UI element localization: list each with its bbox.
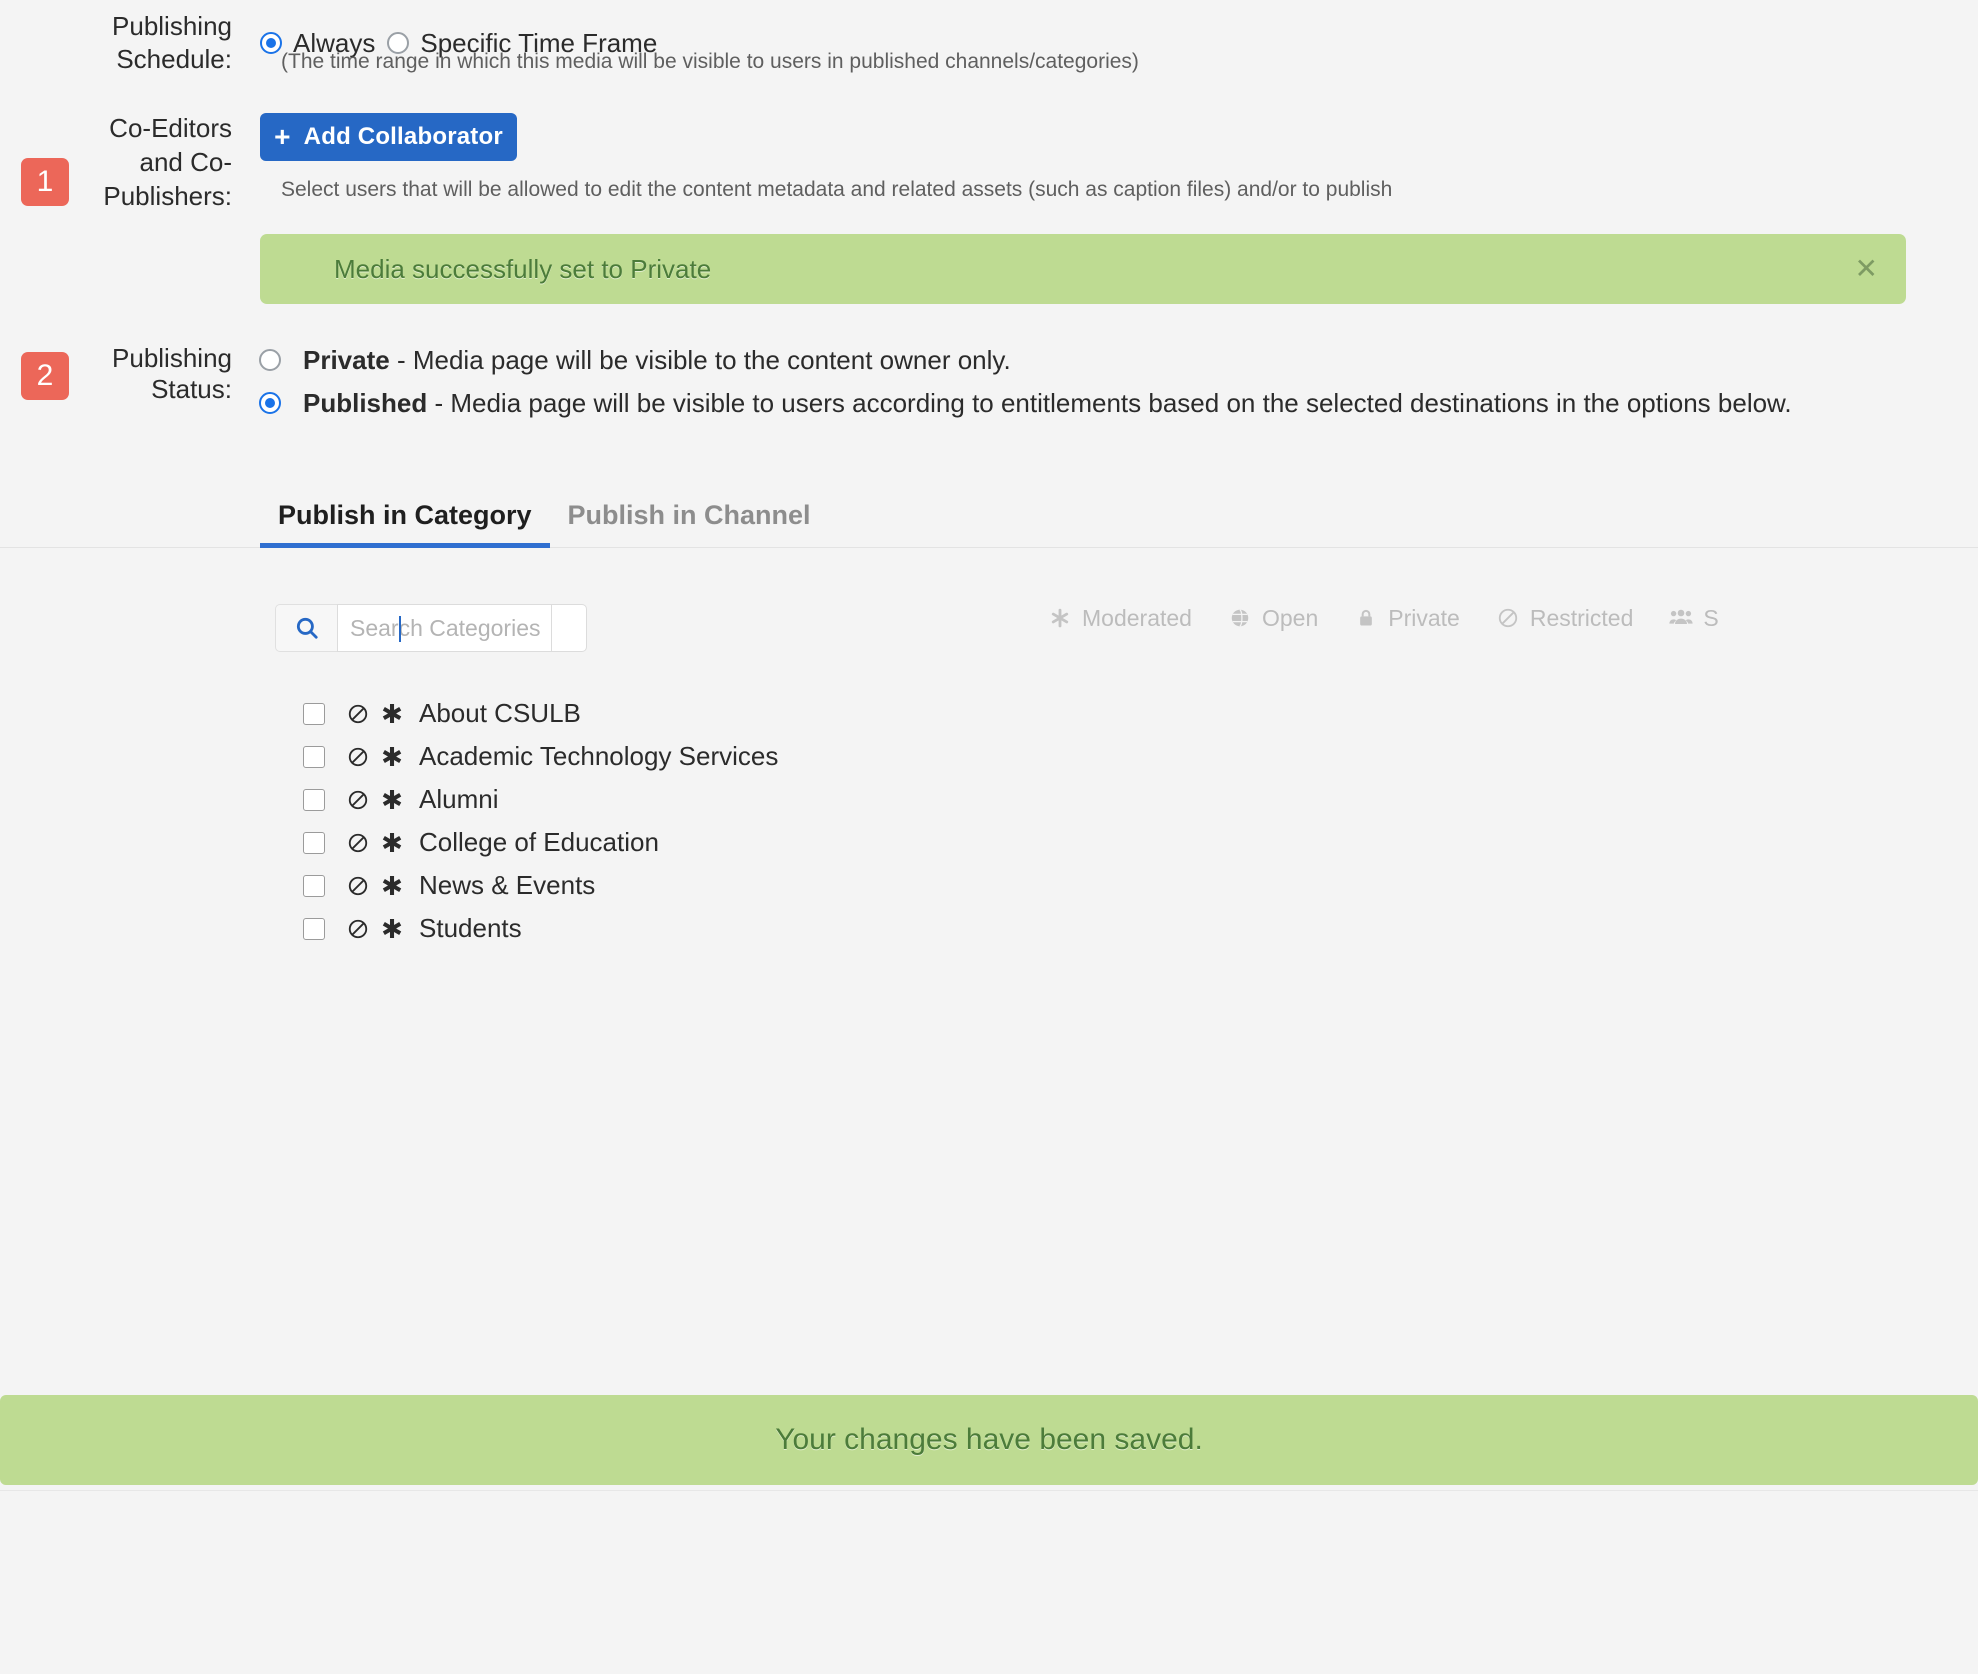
category-label: News & Events xyxy=(419,870,596,900)
asterisk-icon xyxy=(1048,606,1072,630)
no-entry-icon xyxy=(347,789,369,811)
asterisk-icon: ✱ xyxy=(381,827,403,858)
asterisk-icon: ✱ xyxy=(381,741,403,772)
publishing-status-private-description: - Media page will be visible to the cont… xyxy=(389,345,1011,375)
no-entry-icon xyxy=(347,918,369,940)
category-checkbox[interactable] xyxy=(303,745,325,768)
category-label: Students xyxy=(419,913,522,943)
category-privacy-legend: Moderated Open Private Restricted S xyxy=(1048,598,1978,638)
search-categories-input[interactable] xyxy=(337,604,552,652)
legend-item-shared: S xyxy=(1669,604,1719,632)
tab-publish-in-channel[interactable]: Publish in Channel xyxy=(550,500,829,548)
globe-icon xyxy=(1228,606,1252,630)
category-checkbox[interactable] xyxy=(303,874,325,897)
publishing-status-option-private[interactable]: Private - Media page will be visible to … xyxy=(259,345,1011,376)
category-list: ✱ About CSULB ✱ Academic Technology Serv… xyxy=(303,692,1203,950)
publishing-status-published-text: Published - Media page will be visible t… xyxy=(303,388,1792,419)
category-checkbox[interactable] xyxy=(303,788,325,811)
asterisk-icon: ✱ xyxy=(381,784,403,815)
no-entry-icon xyxy=(347,703,369,725)
legend-item-open: Open xyxy=(1228,605,1318,632)
legend-label-open: Open xyxy=(1261,604,1319,631)
radio-published[interactable] xyxy=(259,392,281,414)
no-entry-icon xyxy=(347,746,369,768)
publishing-status-published-name: Published xyxy=(303,388,428,418)
publishing-schedule-hint: (The time range in which this media will… xyxy=(281,50,1139,73)
publish-destination-tabs: Publish in Category Publish in Channel xyxy=(260,488,1978,548)
step-badge-2: 2 xyxy=(21,352,69,400)
alert-changes-saved: Your changes have been saved. xyxy=(0,1395,1978,1485)
no-entry-icon xyxy=(347,832,369,854)
no-entry-icon xyxy=(347,875,369,897)
search-categories-group xyxy=(275,604,587,652)
category-checkbox[interactable] xyxy=(303,917,325,940)
co-editors-label-line2: Publishers: xyxy=(103,180,232,211)
category-row-alumni[interactable]: ✱ Alumni xyxy=(303,778,1203,821)
publishing-status-option-published[interactable]: Published - Media page will be visible t… xyxy=(259,388,1792,419)
text-caret xyxy=(399,616,401,642)
publishing-status-private-text: Private - Media page will be visible to … xyxy=(303,345,1011,376)
category-row-students[interactable]: ✱ Students xyxy=(303,907,1203,950)
publish-settings-page: Publishing Schedule: Always Specific Tim… xyxy=(0,0,1978,1674)
category-label: Academic Technology Services xyxy=(419,741,779,771)
legend-item-moderated: Moderated xyxy=(1048,605,1192,632)
search-icon[interactable] xyxy=(275,604,337,652)
publishing-status-private-name: Private xyxy=(303,345,390,375)
step-badge-1: 1 xyxy=(21,158,69,206)
alert-changes-saved-text: Your changes have been saved. xyxy=(775,1423,1203,1456)
users-icon xyxy=(1669,606,1693,630)
publishing-schedule-label: Publishing Schedule: xyxy=(112,11,232,75)
asterisk-icon: ✱ xyxy=(381,698,403,729)
add-collaborator-button-label: Add Collaborator xyxy=(303,123,503,150)
category-row-news-and-events[interactable]: ✱ News & Events xyxy=(303,864,1203,907)
category-label: About CSULB xyxy=(419,698,581,728)
radio-always[interactable] xyxy=(260,32,282,55)
co-editors-label-line1: Co-Editors and Co- xyxy=(109,113,232,177)
legend-label-shared: S xyxy=(1703,604,1719,631)
legend-label-private: Private xyxy=(1388,604,1460,631)
category-row-college-of-education[interactable]: ✱ College of Education xyxy=(303,821,1203,864)
category-label: Alumni xyxy=(419,784,499,814)
search-input-trailing-segment xyxy=(552,604,587,652)
legend-label-moderated: Moderated xyxy=(1082,604,1192,631)
radio-private[interactable] xyxy=(259,349,281,371)
close-icon[interactable]: ✕ xyxy=(1855,255,1878,283)
asterisk-icon: ✱ xyxy=(381,870,403,901)
category-checkbox[interactable] xyxy=(303,831,325,854)
footer-actions: Save Go To Media Go To My Media xyxy=(0,1491,1978,1674)
legend-label-restricted: Restricted xyxy=(1529,604,1634,631)
no-entry-icon xyxy=(1496,606,1520,630)
publishing-status-published-description: - Media page will be visible to users ac… xyxy=(427,388,1792,418)
category-row-academic-technology-services[interactable]: ✱ Academic Technology Services xyxy=(303,735,1203,778)
co-editors-hint: Select users that will be allowed to edi… xyxy=(281,178,1393,201)
co-editors-label: Co-Editors and Co- Publishers: xyxy=(68,112,232,213)
legend-item-private: Private xyxy=(1354,605,1460,632)
lock-icon xyxy=(1354,606,1378,630)
plus-icon: + xyxy=(274,121,291,152)
alert-media-set-private: Media successfully set to Private ✕ xyxy=(260,234,1906,304)
publishing-status-label: Publishing Status: xyxy=(112,343,232,404)
category-row-about-csulb[interactable]: ✱ About CSULB xyxy=(303,692,1203,735)
tab-publish-in-category[interactable]: Publish in Category xyxy=(260,500,550,548)
legend-item-restricted: Restricted xyxy=(1496,604,1634,632)
alert-media-set-private-text: Media successfully set to Private xyxy=(334,253,712,284)
asterisk-icon: ✱ xyxy=(381,913,403,944)
add-collaborator-button[interactable]: + Add Collaborator xyxy=(260,113,517,161)
category-label: College of Education xyxy=(419,827,659,857)
category-checkbox[interactable] xyxy=(303,702,325,725)
